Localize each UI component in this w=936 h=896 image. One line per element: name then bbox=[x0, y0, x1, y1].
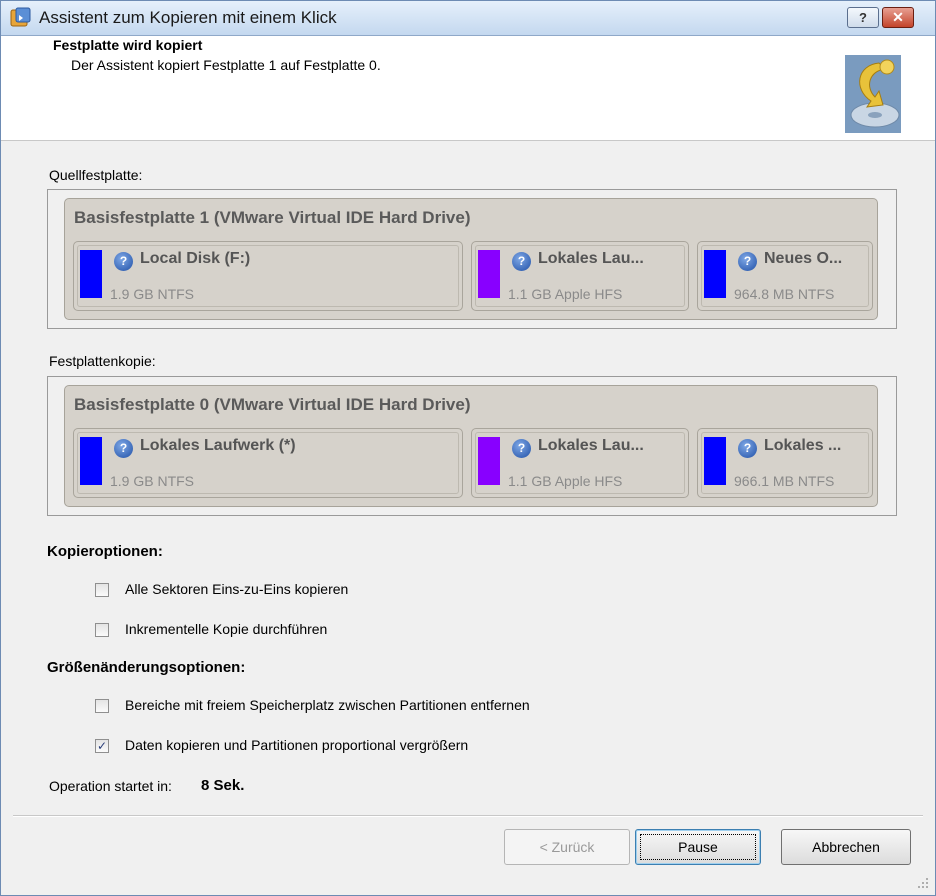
partition-color-bar bbox=[478, 437, 500, 485]
copy-options-title: Kopieroptionen: bbox=[47, 543, 163, 560]
source-partition-2[interactable]: ? Lokales Lau... 1.1 GB Apple HFS bbox=[471, 241, 689, 311]
partition-size: 1.1 GB Apple HFS bbox=[508, 473, 623, 489]
partition-size: 1.9 GB NTFS bbox=[110, 286, 195, 302]
partition-size: 1.9 GB NTFS bbox=[110, 473, 195, 489]
checkbox-label: Alle Sektoren Eins-zu-Eins kopieren bbox=[125, 581, 349, 597]
partition-color-bar bbox=[80, 250, 102, 298]
partition-name: Local Disk (F:) bbox=[140, 250, 251, 267]
partition-size: 964.8 MB NTFS bbox=[734, 286, 835, 302]
target-disk[interactable]: Basisfestplatte 0 (VMware Virtual IDE Ha… bbox=[64, 385, 878, 507]
target-disk-title: Basisfestplatte 0 (VMware Virtual IDE Ha… bbox=[74, 395, 471, 414]
checkbox[interactable] bbox=[95, 699, 109, 713]
back-button[interactable]: < Zurück bbox=[504, 829, 630, 865]
help-icon[interactable]: ? bbox=[738, 439, 757, 458]
target-partition-1[interactable]: ? Lokales Laufwerk (*) 1.9 GB NTFS bbox=[73, 428, 463, 498]
help-icon[interactable]: ? bbox=[114, 252, 133, 271]
checkbox-label: Bereiche mit freiem Speicherplatz zwisch… bbox=[125, 697, 530, 713]
resize-options-title: Größenänderungsoptionen: bbox=[47, 659, 246, 676]
help-icon[interactable]: ? bbox=[738, 252, 757, 271]
source-partition-3[interactable]: ? Neues O... 964.8 MB NTFS bbox=[697, 241, 873, 311]
partition-name: Lokales Lau... bbox=[538, 250, 644, 267]
page-title: Festplatte wird kopiert bbox=[53, 37, 203, 53]
app-icon bbox=[10, 7, 31, 27]
source-disk-label: Quellfestplatte: bbox=[49, 167, 143, 183]
wizard-window: Assistent zum Kopieren mit einem Klick ?… bbox=[0, 0, 936, 896]
partition-name: Lokales Lau... bbox=[538, 437, 644, 454]
partition-color-bar bbox=[704, 250, 726, 298]
source-disk-group: Basisfestplatte 1 (VMware Virtual IDE Ha… bbox=[47, 189, 897, 329]
title-bar[interactable]: Assistent zum Kopieren mit einem Klick ?… bbox=[1, 1, 935, 36]
source-partition-1[interactable]: ? Local Disk (F:) 1.9 GB NTFS bbox=[73, 241, 463, 311]
target-disk-group: Basisfestplatte 0 (VMware Virtual IDE Ha… bbox=[47, 376, 897, 516]
help-icon[interactable]: ? bbox=[512, 439, 531, 458]
partition-name: Neues O... bbox=[764, 250, 843, 267]
checkbox[interactable] bbox=[95, 583, 109, 597]
partition-size: 1.1 GB Apple HFS bbox=[508, 286, 623, 302]
partition-color-bar bbox=[478, 250, 500, 298]
help-icon[interactable]: ? bbox=[512, 252, 531, 271]
pause-label: Pause bbox=[678, 839, 718, 855]
partition-name: Lokales Laufwerk (*) bbox=[140, 437, 296, 454]
resize-grip-icon[interactable] bbox=[917, 877, 929, 889]
partition-name: Lokales ... bbox=[764, 437, 842, 454]
window-title: Assistent zum Kopieren mit einem Klick bbox=[39, 8, 337, 27]
partition-color-bar bbox=[704, 437, 726, 485]
help-button[interactable]: ? bbox=[847, 7, 879, 28]
close-button[interactable]: ✕ bbox=[882, 7, 914, 28]
checkbox-label: Daten kopieren und Partitionen proportio… bbox=[125, 737, 469, 753]
target-partition-3[interactable]: ? Lokales ... 966.1 MB NTFS bbox=[697, 428, 873, 498]
status-prefix: Operation startet in: bbox=[49, 778, 172, 794]
checkbox-label: Inkrementelle Kopie durchführen bbox=[125, 621, 328, 637]
partition-color-bar bbox=[80, 437, 102, 485]
partition-size: 966.1 MB NTFS bbox=[734, 473, 835, 489]
target-partition-2[interactable]: ? Lokales Lau... 1.1 GB Apple HFS bbox=[471, 428, 689, 498]
pause-button[interactable]: Pause bbox=[635, 829, 761, 865]
page-subtitle: Der Assistent kopiert Festplatte 1 auf F… bbox=[71, 57, 381, 73]
disk-copy-graphic-icon bbox=[845, 55, 901, 133]
help-icon[interactable]: ? bbox=[114, 439, 133, 458]
target-disk-label: Festplattenkopie: bbox=[49, 353, 156, 369]
cancel-button[interactable]: Abbrechen bbox=[781, 829, 911, 865]
source-disk[interactable]: Basisfestplatte 1 (VMware Virtual IDE Ha… bbox=[64, 198, 878, 320]
checkbox-checked[interactable]: ✓ bbox=[95, 739, 109, 753]
source-disk-title: Basisfestplatte 1 (VMware Virtual IDE Ha… bbox=[74, 208, 471, 227]
checkbox[interactable] bbox=[95, 623, 109, 637]
countdown-value: 8 Sek. bbox=[201, 777, 245, 794]
